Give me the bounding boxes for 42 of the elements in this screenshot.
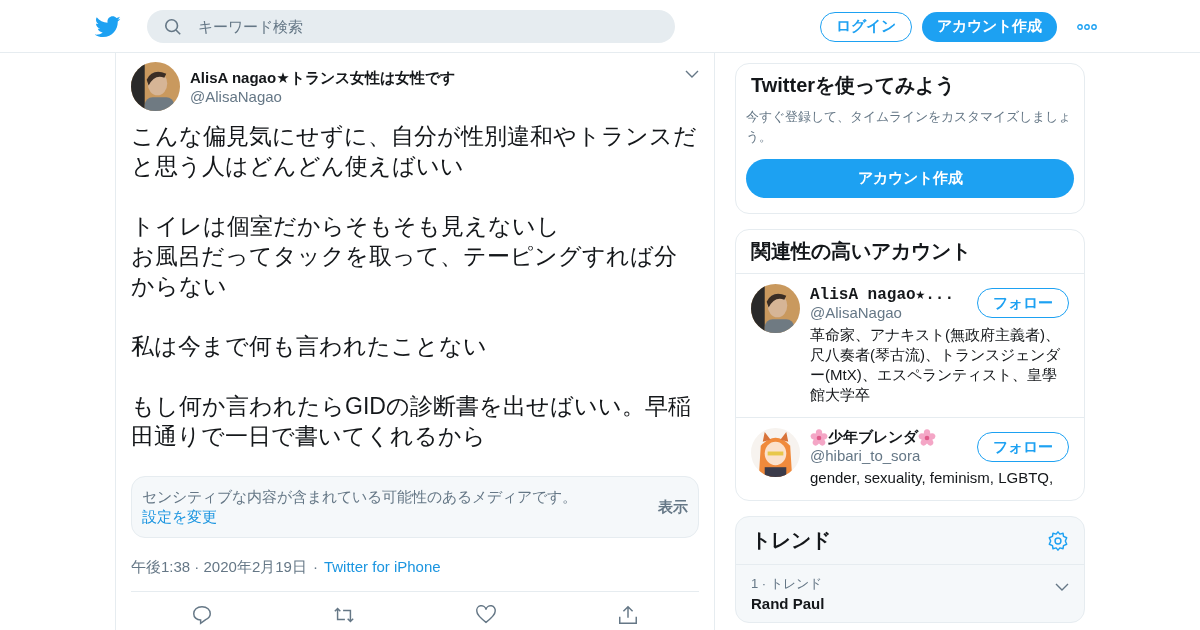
share-icon[interactable] [617,604,639,626]
show-button[interactable]: 表示 [658,497,688,517]
sensitive-warning-text: センシティブな内容が含まれている可能性のあるメディアです。 設定を変更 [142,487,578,527]
more-icon[interactable] [1077,23,1097,30]
follow-button[interactable]: フォロー [977,432,1069,462]
author-handle[interactable]: @AlisaNagao [190,87,675,105]
flower-icon [918,428,936,447]
caret-icon[interactable] [685,70,699,78]
author-name[interactable]: AlisA nagao★トランス女性は女性です [190,68,675,88]
caret-icon[interactable] [1055,583,1069,591]
bird-logo-icon[interactable] [95,15,121,38]
tweet-text: トイレは個室だからそもそも見えないし [131,212,561,241]
card-title: トレンド [751,528,831,553]
tweet-text: お風呂だってタックを取って、テーピングすれば分からない [131,242,678,301]
settings-icon[interactable] [1047,529,1069,552]
signup-button[interactable]: アカウント作成 [746,159,1074,198]
search-icon [164,18,182,36]
account-bio: gender, sexuality, feminism, LGBTQ, [810,468,1055,488]
tweet-text: もし何か言われたらGIDの診断書を出せばいい。早稲田通りで一日で書いてくれるから [131,392,692,451]
login-button[interactable]: ログイン [820,11,912,42]
search-field[interactable]: キーワード検索 [147,10,675,43]
signup-button[interactable]: アカウント作成 [922,11,1057,42]
like-icon[interactable] [475,604,497,626]
separator-dot: · [312,558,318,577]
source-link[interactable]: Twitter for iPhone [323,558,441,577]
settings-link[interactable]: 設定を変更 [142,508,217,525]
tweet-timestamp[interactable]: 午後1:38 · 2020年2月19日 [131,558,307,577]
follow-button[interactable]: フォロー [977,288,1069,318]
trend-name[interactable]: Rand Paul [751,595,1069,612]
card-title: Twitterを使ってみよう [750,73,957,98]
signup-prompt: 今すぐ登録して、タイムラインをカスタマイズしましょう。 [746,108,1072,146]
card-title: 関連性の高いアカウント [736,230,1084,274]
flower-icon [810,428,828,447]
reply-icon[interactable] [191,604,213,626]
trend-rank: 1 · トレンド [751,575,822,593]
account-handle[interactable]: @hibari_to_sora [810,447,977,464]
tweet-text: 私は今まで何も言われたことない [131,332,488,361]
account-handle[interactable]: @AlisaNagao [810,304,977,321]
account-bio: 革命家、アナキスト(無政府主義者)、尺八奏者(琴古流)、トランスジェンダー(MtX)、エスペランティスト、皇學館大学卒 [810,325,1061,405]
account-name[interactable]: 少年ブレンダ [810,428,977,447]
account-name-text[interactable]: 少年ブレンダ [828,428,918,447]
tweet-text: こんな偏見気にせずに、自分が性別違和やトランスだと思う人はどんどん使えばいい [131,122,698,181]
